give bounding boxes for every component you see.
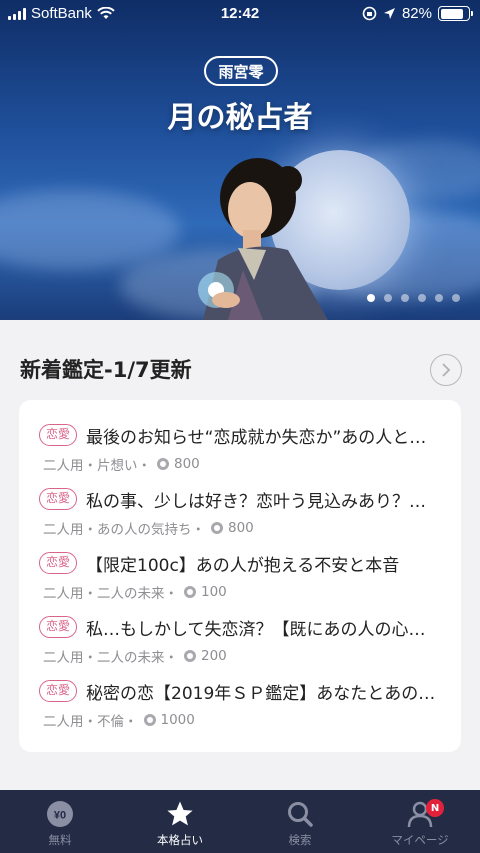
star-icon [167, 801, 193, 826]
tab-search[interactable]: 検索 [240, 790, 360, 853]
author-badge: 雨宮零 [204, 56, 278, 86]
bottom-nav: ¥0 無料 本格占い 検索 N マイページ [0, 790, 480, 853]
coin-icon [184, 586, 196, 598]
category-tag: 恋愛 [39, 424, 78, 446]
item-meta: 二人用・二人の未来・ [43, 586, 178, 602]
list-item[interactable]: 恋愛 最後のお知らせ“恋成就か失恋か”あの人とあなたの運命 二人用・片想い・ 8… [39, 422, 441, 486]
coin-icon [184, 650, 196, 662]
carousel-dot[interactable] [418, 294, 426, 302]
item-title: 私の事、少しは好き？恋叶う見込みあり？あの人の気持ち [86, 491, 441, 512]
location-icon [383, 8, 395, 19]
category-tag: 恋愛 [39, 680, 78, 702]
section-title: 新着鑑定-1/7更新 [20, 358, 192, 382]
coin-icon [157, 458, 169, 470]
svg-text:¥0: ¥0 [54, 810, 66, 822]
coin-icon [143, 714, 156, 726]
item-price: 100 [201, 584, 227, 600]
tab-search-label: 検索 [288, 833, 312, 847]
item-price: 800 [174, 456, 200, 472]
coin-icon [211, 522, 223, 534]
item-title: 秘密の恋【2019年ＳＰ鑑定】あなたとあの人の恋の行方 [86, 683, 441, 704]
tab-free[interactable]: ¥0 無料 [0, 790, 120, 853]
see-more-button[interactable] [430, 354, 462, 386]
carousel-dot[interactable] [435, 294, 443, 302]
item-title: 【限定100c】あの人が抱える不安と本音 [86, 555, 400, 576]
search-icon [288, 802, 313, 827]
item-meta: 二人用・あの人の気持ち・ [43, 522, 205, 538]
notification-badge: N [426, 799, 444, 817]
item-price: 800 [228, 520, 254, 536]
carousel-dot[interactable] [384, 294, 392, 302]
carousel-dot[interactable] [367, 294, 375, 302]
new-readings-card: 恋愛 最後のお知らせ“恋成就か失恋か”あの人とあなたの運命 二人用・片想い・ 8… [19, 400, 461, 752]
item-meta: 二人用・片想い・ [43, 458, 151, 474]
battery-icon [438, 6, 473, 21]
tab-mypage-label: マイページ [391, 833, 449, 847]
status-bar: SoftBank 12:42 82% [0, 0, 480, 28]
hero-title: 月の秘占者 [167, 100, 313, 134]
item-title: 最後のお知らせ“恋成就か失恋か”あの人とあなたの運命 [86, 427, 441, 448]
item-meta: 二人用・二人の未来・ [43, 650, 178, 666]
category-tag: 恋愛 [39, 616, 78, 638]
list-item[interactable]: 恋愛 【限定100c】あの人が抱える不安と本音 二人用・二人の未来・ 100 [39, 550, 441, 614]
list-item[interactable]: 恋愛 秘密の恋【2019年ＳＰ鑑定】あなたとあの人の恋の行方 二人用・不倫・ 1… [39, 678, 441, 742]
item-price: 200 [201, 648, 227, 664]
item-price: 1000 [160, 712, 195, 728]
carousel-dots [367, 294, 460, 302]
carousel-dot[interactable] [452, 294, 460, 302]
yen-coin-icon: ¥0 [47, 801, 73, 827]
battery-percent: 82% [401, 5, 432, 22]
category-tag: 恋愛 [39, 488, 78, 510]
rotation-lock-icon [362, 6, 377, 21]
chevron-right-icon [442, 363, 451, 377]
fortune-teller-image [198, 158, 328, 320]
tab-free-label: 無料 [48, 833, 72, 847]
tab-premium[interactable]: 本格占い [120, 790, 240, 853]
section-header: 新着鑑定-1/7更新 [20, 350, 462, 390]
category-tag: 恋愛 [39, 552, 78, 574]
item-title: 私…もしかして失恋済？【既にあの人の心は離れた？】 [86, 619, 441, 640]
tab-premium-label: 本格占い [157, 833, 203, 847]
list-item[interactable]: 恋愛 私の事、少しは好き？恋叶う見込みあり？あの人の気持ち 二人用・あの人の気持… [39, 486, 441, 550]
battery-fill [440, 8, 463, 19]
carousel-dot[interactable] [401, 294, 409, 302]
item-meta: 二人用・不倫・ [43, 714, 138, 730]
tab-mypage[interactable]: N マイページ [360, 790, 480, 853]
list-item[interactable]: 恋愛 私…もしかして失恋済？【既にあの人の心は離れた？】 二人用・二人の未来・ … [39, 614, 441, 678]
hero-banner[interactable]: 雨宮零 月の秘占者 [0, 0, 480, 320]
